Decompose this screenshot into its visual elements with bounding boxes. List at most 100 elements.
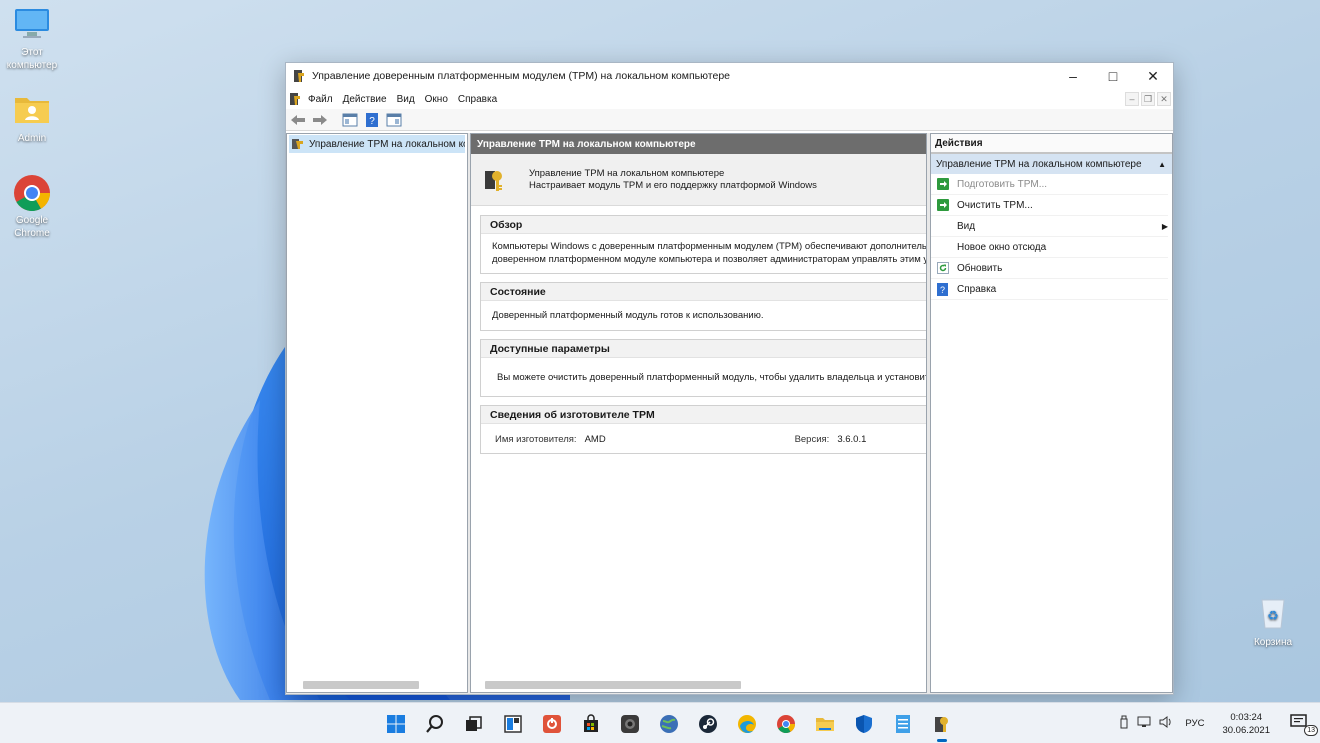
- defender-icon[interactable]: [851, 711, 877, 737]
- menu-file[interactable]: Файл: [308, 94, 341, 105]
- actions-pane: Действия Управление TPM на локальном ком…: [930, 133, 1173, 693]
- tree-horizontal-scrollbar[interactable]: [303, 681, 419, 689]
- desktop-icon-recycle-bin[interactable]: ♻ Корзина: [1241, 596, 1305, 649]
- child-restore-button[interactable]: ❐: [1141, 92, 1155, 106]
- window-title: Управление доверенным платформенным моду…: [312, 70, 731, 82]
- overview-section: Обзор Компьютеры Windows с доверенным пл…: [480, 215, 926, 274]
- task-view-icon[interactable]: [461, 711, 487, 737]
- version-value: 3.6.0.1: [837, 434, 867, 445]
- camera-icon[interactable]: [617, 711, 643, 737]
- tpm-app-icon[interactable]: [288, 92, 302, 106]
- network-icon[interactable]: [1137, 716, 1151, 731]
- menu-action[interactable]: Действие: [343, 94, 395, 105]
- result-horizontal-scrollbar[interactable]: [485, 681, 741, 689]
- tpm-node-icon: [292, 139, 303, 149]
- explorer-icon[interactable]: [812, 711, 838, 737]
- store-icon[interactable]: [578, 711, 604, 737]
- green-arrow-icon: [936, 199, 949, 212]
- console-tree-pane: Управление TPM на локальном компьютере: [286, 133, 468, 693]
- clock[interactable]: 0:03:24 30.06.2021: [1222, 711, 1270, 737]
- submenu-arrow-icon: ▶: [1161, 221, 1168, 231]
- minimize-button[interactable]: –: [1053, 63, 1093, 89]
- taskbar-apps: [383, 711, 955, 742]
- volume-icon[interactable]: [1159, 716, 1173, 731]
- forward-arrow-icon: [313, 114, 327, 125]
- back-button[interactable]: [289, 111, 307, 129]
- notification-center-icon[interactable]: 13: [1290, 713, 1318, 736]
- action-new-window[interactable]: Новое окно отсюда: [931, 237, 1168, 258]
- overview-body: Компьютеры Windows с доверенным платформ…: [481, 234, 926, 273]
- notepad-icon[interactable]: [890, 711, 916, 737]
- back-arrow-icon: [291, 114, 305, 125]
- svg-text:?: ?: [940, 285, 945, 295]
- desktop-icon-label: Admin: [17, 133, 47, 144]
- office-icon[interactable]: [539, 711, 565, 737]
- empty-icon-slot: [936, 220, 949, 233]
- actions-header: Действия: [931, 134, 1172, 154]
- tpm-chip-key-icon: [485, 170, 502, 191]
- action-pane-icon: [386, 113, 402, 126]
- forward-button[interactable]: [311, 111, 329, 129]
- globe-icon[interactable]: [656, 711, 682, 737]
- title-bar[interactable]: Управление доверенным платформенным моду…: [286, 63, 1173, 89]
- svg-text:?: ?: [369, 116, 375, 127]
- user-folder-icon: [13, 92, 51, 130]
- desktop-icon-admin[interactable]: Admin: [0, 92, 64, 145]
- close-button[interactable]: ✕: [1133, 63, 1173, 89]
- actions-subheader-label: Управление TPM на локальном компьютере: [936, 158, 1142, 170]
- help-icon: ?: [366, 112, 378, 127]
- menu-view[interactable]: Вид: [397, 94, 423, 105]
- result-pane-header: Управление TPM на локальном компьютере: [471, 134, 926, 154]
- action-refresh[interactable]: Обновить: [931, 258, 1168, 279]
- system-tray: РУС 0:03:24 30.06.2021 13: [1119, 703, 1318, 743]
- search-icon[interactable]: [422, 711, 448, 737]
- language-indicator[interactable]: РУС: [1185, 718, 1204, 729]
- available-options-title: Доступные параметры: [481, 340, 926, 358]
- widgets-icon[interactable]: [500, 711, 526, 737]
- taskbar: РУС 0:03:24 30.06.2021 13: [0, 702, 1320, 743]
- notification-count-badge: 13: [1304, 724, 1318, 736]
- action-view[interactable]: Вид ▶: [931, 216, 1168, 237]
- status-body: Доверенный платформенный модуль готов к …: [492, 310, 764, 321]
- help-toolbar-button[interactable]: ?: [363, 111, 381, 129]
- tree-item-label: Управление TPM на локальном компьютере: [309, 138, 465, 150]
- intro-description: Настраивает модуль TPM и его поддержку п…: [529, 179, 817, 191]
- green-arrow-icon: [936, 178, 949, 191]
- chrome-icon[interactable]: [773, 711, 799, 737]
- intro-title: Управление TPM на локальном компьютере: [529, 167, 725, 179]
- menu-window[interactable]: Окно: [425, 94, 456, 105]
- edge-icon[interactable]: [734, 711, 760, 737]
- steam-icon[interactable]: [695, 711, 721, 737]
- help-icon: ?: [936, 282, 949, 296]
- refresh-icon: [936, 262, 949, 275]
- clock-date: 30.06.2021: [1222, 724, 1270, 736]
- maximize-button[interactable]: □: [1093, 63, 1133, 89]
- menu-help[interactable]: Справка: [458, 94, 505, 105]
- available-options-body: Вы можете очистить доверенный платформен…: [497, 372, 926, 383]
- desktop-icon-chrome[interactable]: Google Chrome: [0, 174, 64, 240]
- intro-panel: Управление TPM на локальном компьютере Н…: [471, 154, 926, 206]
- menu-bar: Файл Действие Вид Окно Справка – ❐ ✕: [286, 89, 1173, 109]
- show-hide-console-tree-button[interactable]: [341, 111, 359, 129]
- tpm-icon[interactable]: [929, 711, 955, 742]
- overview-line: доверенном платформенном модуле компьюте…: [492, 254, 926, 265]
- manufacturer-name-value: AMD: [584, 434, 606, 445]
- action-prepare-tpm[interactable]: Подготовить TPM...: [931, 174, 1168, 195]
- desktop-icon-this-pc[interactable]: Этот компьютер: [0, 6, 64, 72]
- tree-item-tpm-management[interactable]: Управление TPM на локальном компьютере: [289, 135, 465, 153]
- child-minimize-button[interactable]: –: [1125, 92, 1139, 106]
- show-hide-action-pane-button[interactable]: [385, 111, 403, 129]
- manufacturer-section: Сведения об изготовителе TPM Имя изготов…: [480, 405, 926, 454]
- actions-subheader[interactable]: Управление TPM на локальном компьютере ▲: [931, 154, 1172, 174]
- tpm-management-window: Управление доверенным платформенным моду…: [285, 62, 1174, 695]
- action-clear-tpm[interactable]: Очистить TPM...: [931, 195, 1168, 216]
- action-help[interactable]: ? Справка: [931, 279, 1168, 300]
- usb-device-icon[interactable]: [1119, 715, 1129, 732]
- toolbar: ?: [286, 109, 1173, 131]
- manufacturer-name-label: Имя изготовителя:: [495, 434, 577, 445]
- start-icon[interactable]: [383, 711, 409, 737]
- collapse-up-icon: ▲: [1158, 159, 1166, 169]
- clock-time: 0:03:24: [1230, 711, 1263, 723]
- svg-text:♻: ♻: [1267, 608, 1279, 623]
- child-close-button[interactable]: ✕: [1157, 92, 1171, 106]
